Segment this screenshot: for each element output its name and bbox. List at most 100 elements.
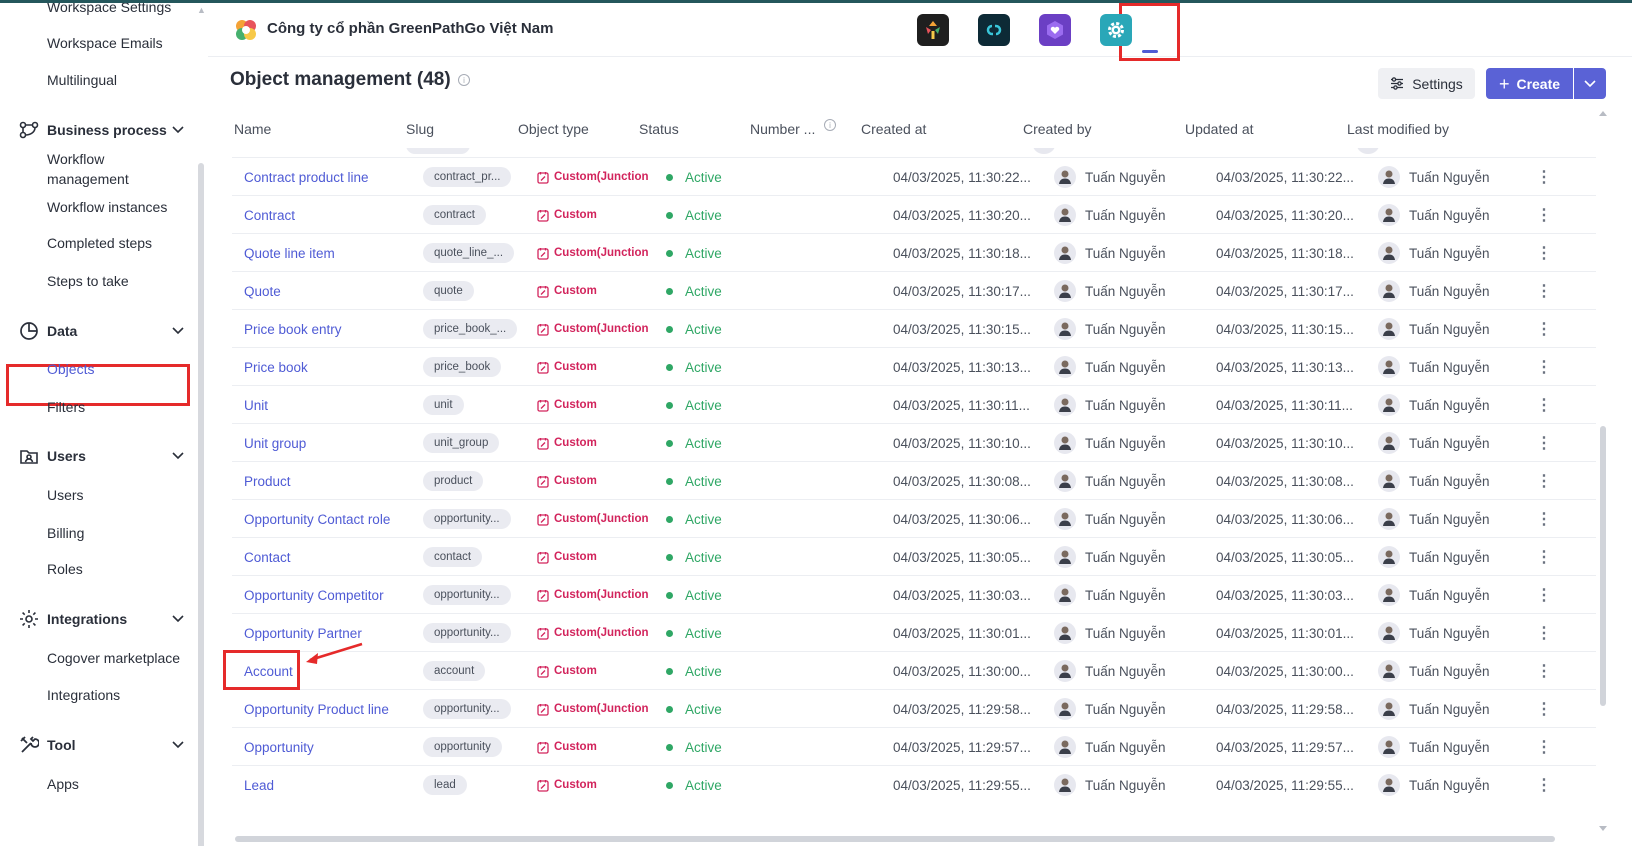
sidebar-item-billing[interactable]: Billing [47,523,84,543]
scroll-up-icon[interactable]: ▲ [197,5,206,15]
column-header-updated-at[interactable]: Updated at [1185,121,1254,137]
table-row[interactable]: Opportunity Contact role opportunity... Cu… [232,499,1596,537]
table-row[interactable]: Lead lead Custom Active 04/03/2025, 11:29:55… [232,765,1596,803]
table-row[interactable]: Contact contact Custom Active 04/03/2025, 11… [232,537,1596,575]
sidebar-group-business-process[interactable]: Business process [18,119,186,141]
sidebar-group-users[interactable]: Users [18,445,186,467]
row-more-icon[interactable]: ⋮ [1534,500,1554,538]
heart-box-icon[interactable] [1039,14,1071,46]
row-more-icon[interactable]: ⋮ [1534,424,1554,462]
sidebar-group-data[interactable]: Data [18,320,186,342]
table-row[interactable]: Account account Custom Active 04/03/2025, 11… [232,651,1596,689]
sidebar-item-roles[interactable]: Roles [47,559,83,579]
sidebar-item-workspace-emails[interactable]: Workspace Emails [47,33,163,53]
object-name-link[interactable]: Opportunity [244,728,314,766]
sidebar-item-completed-steps[interactable]: Completed steps [47,233,152,253]
sidebar-item-workspace-settings[interactable]: Workspace Settings [47,3,171,17]
row-more-icon[interactable]: ⋮ [1534,766,1554,804]
object-name-link[interactable]: Product [244,462,291,500]
avatar [1378,698,1400,720]
table-row[interactable]: Contract contract Custom Active 04/03/2025, … [232,195,1596,233]
row-more-icon[interactable]: ⋮ [1534,158,1554,196]
gear-icon[interactable] [1100,14,1132,46]
table-row[interactable]: Price book entry price_book_... Custom(Jun… [232,309,1596,347]
avatar [1378,508,1400,530]
row-more-icon[interactable]: ⋮ [1534,462,1554,500]
company-name[interactable]: Công ty cổ phần GreenPathGo Việt Nam [267,20,553,37]
settings-button[interactable]: Settings [1378,68,1475,99]
table-row[interactable]: Opportunity Product line opportunity... Cu… [232,689,1596,727]
sidebar-group-integrations[interactable]: Integrations [18,608,186,630]
sidebar-item-workflow-management[interactable]: Workflow management [47,149,129,189]
object-name-link[interactable]: Unit [244,386,268,424]
table-row[interactable]: Unit group unit_group Custom Active 04/03/20… [232,423,1596,461]
table-row[interactable]: Product product Custom Active 04/03/2025, 11… [232,461,1596,499]
sidebar-item-objects[interactable]: Objects [47,359,94,379]
table-row[interactable]: Opportunity opportunity Custom Active 04/03/… [232,727,1596,765]
object-name-link[interactable]: Opportunity Contact role [244,500,390,538]
column-header-slug[interactable]: Slug [406,121,434,137]
row-more-icon[interactable]: ⋮ [1534,576,1554,614]
row-more-icon[interactable]: ⋮ [1534,728,1554,766]
object-name-link[interactable]: Contact [244,538,291,576]
column-header-number[interactable]: Number ... [750,121,815,137]
sidebar-item-workflow-instances[interactable]: Workflow instances [47,197,167,217]
table-row[interactable]: Quote quote Custom Active 04/03/2025, 11:30:… [232,271,1596,309]
row-more-icon[interactable]: ⋮ [1534,348,1554,386]
sidebar-item-apps[interactable]: Apps [47,774,79,794]
create-dropdown-button[interactable] [1574,68,1606,99]
table-row[interactable]: Contract product line contract_pr... Custo… [232,157,1596,195]
object-name-link[interactable]: Contract [244,196,295,234]
sidebar-item-multilingual[interactable]: Multilingual [47,70,117,90]
row-more-icon[interactable]: ⋮ [1534,614,1554,652]
chevron-down-icon [170,611,186,627]
table-row[interactable]: Opportunity Competitor opportunity... Cust… [232,575,1596,613]
object-name-link[interactable]: Unit group [244,424,306,462]
object-name-link[interactable]: Price book [244,348,308,386]
table-row[interactable]: Quote line item quote_line_... Custom(Junc… [232,233,1596,271]
sidebar-item-cogover-marketplace[interactable]: Cogover marketplace [47,648,180,668]
sidebar-scrollbar[interactable] [198,163,204,846]
column-header-object-type[interactable]: Object type [518,121,589,137]
custom-type-icon [537,475,554,488]
object-name-link[interactable]: Price book entry [244,310,342,348]
table-row[interactable]: Price book price_book Custom Active 04/03/20… [232,347,1596,385]
object-name-link[interactable]: Quote line item [244,234,335,272]
table-vertical-scrollbar[interactable] [1599,110,1607,832]
sidebar-group-tool[interactable]: Tool [18,734,186,756]
row-more-icon[interactable]: ⋮ [1534,690,1554,728]
row-more-icon[interactable]: ⋮ [1534,272,1554,310]
table-row[interactable]: Opportunity Partner opportunity... Custom(… [232,613,1596,651]
status-dot-icon [666,477,673,485]
info-icon[interactable]: i [458,74,470,86]
row-more-icon[interactable]: ⋮ [1534,386,1554,424]
table-row[interactable]: Unit unit Custom Active 04/03/2025, 11:30:11… [232,385,1596,423]
column-header-created-at[interactable]: Created at [861,121,926,137]
row-more-icon[interactable]: ⋮ [1534,234,1554,272]
sidebar-item-users[interactable]: Users [47,485,84,505]
row-more-icon[interactable]: ⋮ [1534,538,1554,576]
sidebar-item-steps-to-take[interactable]: Steps to take [47,271,129,291]
column-header-last-modified-by[interactable]: Last modified by [1347,121,1449,137]
row-more-icon[interactable]: ⋮ [1534,310,1554,348]
row-more-icon[interactable]: ⋮ [1534,652,1554,690]
column-header-name[interactable]: Name [234,121,271,137]
column-header-status[interactable]: Status [639,121,679,137]
object-name-link[interactable]: Opportunity Product line [244,690,389,728]
sidebar-item-integrations[interactable]: Integrations [47,685,120,705]
scrollbar-thumb[interactable] [235,836,1555,842]
object-type-label: Custom [554,285,597,297]
sidebar-item-filters[interactable]: Filters [47,397,85,417]
object-name-link[interactable]: Contract product line [244,158,369,196]
create-button[interactable]: + Create [1486,68,1573,99]
object-name-link[interactable]: Quote [244,272,281,310]
scrollbar-thumb[interactable] [1600,426,1606,706]
object-name-link[interactable]: Lead [244,766,274,804]
table-horizontal-scrollbar[interactable] [225,835,1591,843]
info-icon[interactable]: i [824,119,836,131]
object-name-link[interactable]: Opportunity Competitor [244,576,384,614]
row-more-icon[interactable]: ⋮ [1534,196,1554,234]
column-header-created-by[interactable]: Created by [1023,121,1091,137]
app-grid-icon[interactable] [917,14,949,46]
link-icon[interactable] [978,14,1010,46]
